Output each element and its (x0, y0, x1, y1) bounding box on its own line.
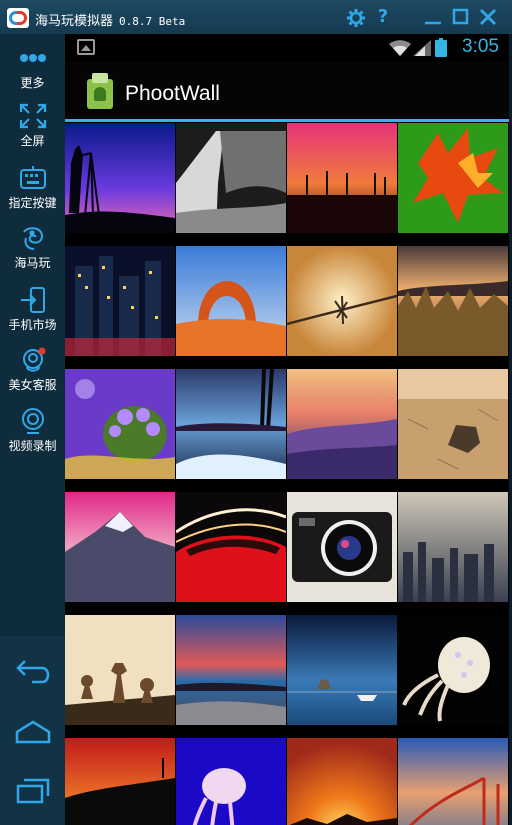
back-icon[interactable] (12, 654, 54, 688)
sidebar-item-label: 全屏 (20, 134, 45, 148)
photo-desert-rock[interactable] (398, 369, 508, 479)
photo-wind-turbines[interactable] (287, 123, 397, 233)
gear-icon[interactable] (346, 8, 366, 28)
photo-beach-sunset[interactable] (176, 615, 286, 725)
sidebar-item-label: 手机市场 (8, 318, 57, 332)
photo-city-night[interactable] (65, 246, 175, 356)
sidebar: 更多 全屏 指定按键 海马玩 手机市场 美女客服 视频录制 (0, 34, 65, 825)
sidebar-item-label: 海马玩 (14, 256, 51, 270)
support-icon (22, 347, 45, 372)
close-icon[interactable] (479, 8, 497, 26)
photo-leica-camera[interactable] (287, 492, 397, 602)
recent-apps-icon[interactable] (12, 774, 54, 808)
photo-bw-rock-arch[interactable] (176, 123, 286, 233)
fullscreen-icon (19, 103, 46, 129)
minimize-icon[interactable] (424, 8, 442, 26)
photo-barbed-wire[interactable] (287, 246, 397, 356)
sidebar-item-more[interactable]: 更多 (0, 44, 65, 91)
window-title: 海马玩模拟器 0.8.7 Beta (35, 10, 185, 29)
version-text: 0.8.7 Beta (119, 15, 186, 28)
photo-red-car-lights[interactable] (176, 492, 286, 602)
action-bar-divider (65, 119, 509, 122)
battery-icon (435, 38, 447, 57)
title-bar: 海马玩模拟器 0.8.7 Beta ? (0, 0, 512, 34)
photo-purple-flowers[interactable] (65, 369, 175, 479)
seahorse-icon (22, 227, 43, 250)
record-icon (21, 408, 44, 434)
keyboard-icon (19, 166, 46, 189)
sidebar-item-haimawan[interactable]: 海马玩 (0, 224, 65, 271)
app-title: PhootWall (125, 82, 220, 105)
sidebar-item-support[interactable]: 美女客服 (0, 346, 65, 393)
sidebar-item-market[interactable]: 手机市场 (0, 286, 65, 333)
photo-lake-trees[interactable] (176, 369, 286, 479)
sidebar-item-fullscreen[interactable]: 全屏 (0, 102, 65, 149)
photo-jellyfish[interactable] (398, 615, 508, 725)
photo-silhouette-tripod[interactable] (65, 123, 175, 233)
wifi-icon (389, 40, 411, 56)
photo-lake-boat[interactable] (287, 615, 397, 725)
sidebar-item-keymap[interactable]: 指定按键 (0, 164, 65, 211)
home-icon[interactable] (12, 714, 54, 748)
photo-chess-pieces[interactable] (65, 615, 175, 725)
photo-blue-jellyfish[interactable] (176, 738, 286, 825)
maximize-icon[interactable] (452, 8, 470, 26)
photo-delicate-arch[interactable] (176, 246, 286, 356)
android-app-icon (87, 73, 113, 109)
signal-icon (413, 40, 431, 56)
gallery-notification-icon (77, 39, 95, 55)
photo-purple-mountains[interactable] (287, 369, 397, 479)
android-nav-bar (0, 636, 65, 825)
photo-snowy-mountain[interactable] (65, 492, 175, 602)
sidebar-item-label: 美女客服 (8, 378, 57, 392)
sidebar-item-label: 指定按键 (8, 196, 57, 210)
photo-sunset-silhouette[interactable] (65, 738, 175, 825)
photo-grass-sunset[interactable] (398, 246, 508, 356)
sidebar-item-label: 更多 (20, 76, 45, 90)
status-time: 3:05 (462, 36, 499, 57)
photo-city-haze[interactable] (398, 492, 508, 602)
action-bar: PhootWall (65, 62, 509, 119)
device-screen: 3:05 PhootWall (65, 34, 509, 825)
app-logo-icon (7, 8, 29, 28)
photo-orange-sunrise[interactable] (287, 738, 397, 825)
photo-autumn-leaves[interactable] (398, 123, 508, 233)
sidebar-item-label: 视频录制 (8, 439, 57, 453)
status-bar: 3:05 (65, 34, 509, 62)
sidebar-item-record[interactable]: 视频录制 (0, 407, 65, 454)
market-icon (20, 287, 45, 313)
window-title-text: 海马玩模拟器 (35, 14, 114, 29)
help-icon[interactable]: ? (373, 8, 393, 26)
more-dots-icon (19, 54, 46, 62)
photo-golden-gate[interactable] (398, 738, 508, 825)
